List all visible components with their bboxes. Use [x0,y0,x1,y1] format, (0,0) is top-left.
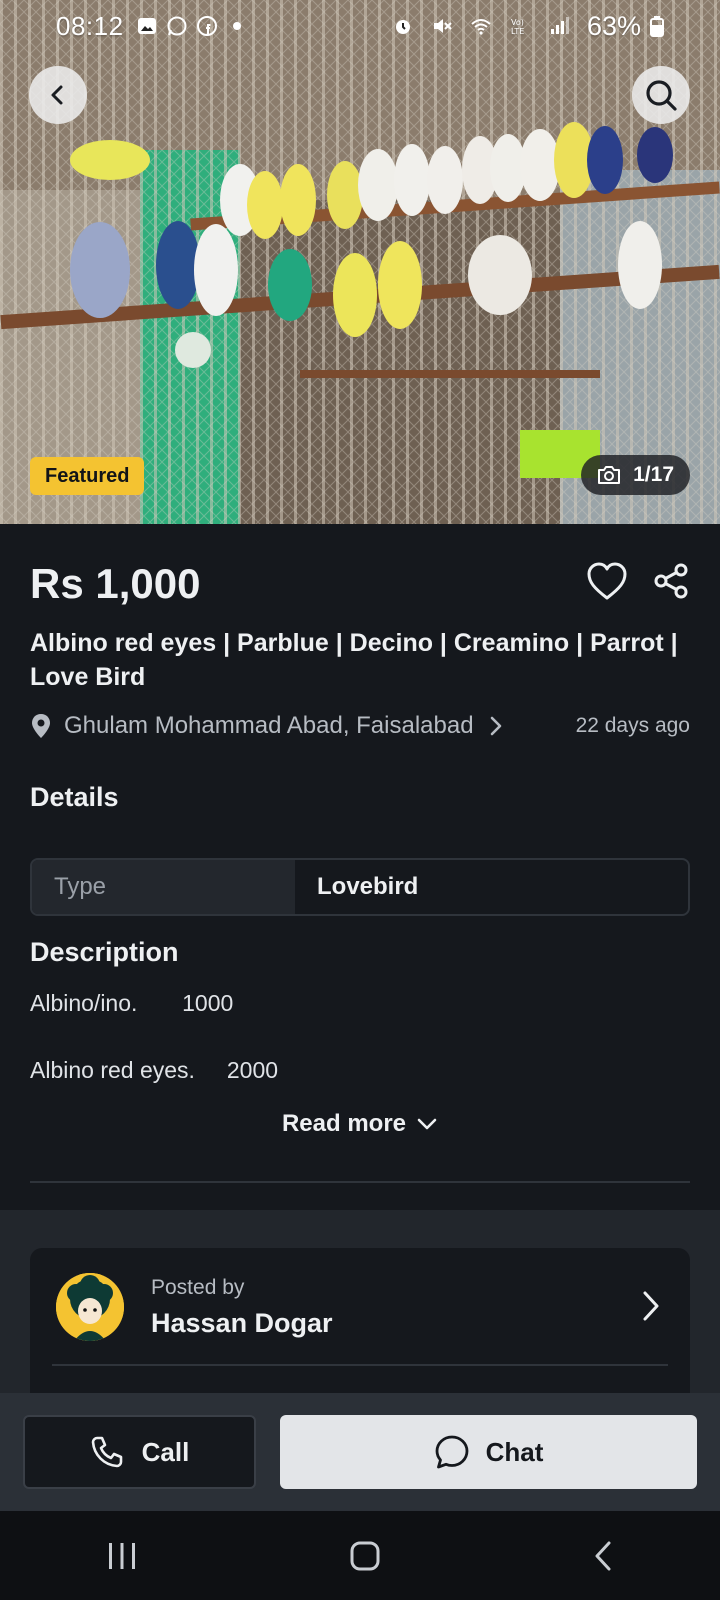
seller-card[interactable]: Posted by Hassan Dogar [30,1248,690,1394]
location-text: Ghulam Mohammad Abad, Faisalabad [64,712,474,739]
search-button[interactable] [632,66,690,124]
details-heading: Details [30,782,119,812]
description-line: Albino/ino. 1000 [30,990,234,1016]
bird-cage-photo [0,0,720,524]
posted-time: 22 days ago [575,714,690,737]
read-more-button[interactable]: Read more [0,1110,720,1138]
call-label: Call [141,1436,190,1467]
location-pin-icon [32,714,50,738]
seller-name: Hassan Dogar [151,1308,333,1338]
recent-apps-icon[interactable] [105,1541,139,1571]
back-button[interactable] [29,66,87,124]
heart-icon[interactable] [586,562,628,602]
description-heading: Description [30,937,179,967]
detail-key: Type [32,860,295,914]
listing-title: Albino red eyes | Parblue | Decino | Cre… [30,629,678,691]
home-icon[interactable] [349,1540,381,1572]
battery-level: 63% [586,10,641,41]
price: Rs 1,000 [30,560,201,607]
share-icon[interactable] [652,562,690,600]
wifi-icon [471,19,491,35]
call-button[interactable]: Call [23,1415,256,1489]
volte-icon: Vo)LTE [511,18,524,36]
chevron-right-icon [490,716,501,736]
camera-icon [598,466,621,484]
location-row[interactable]: Ghulam Mohammad Abad, Faisalabad 22 days… [30,712,690,740]
mute-icon [433,19,452,33]
avatar-illustration-icon [56,1273,124,1341]
chevron-down-icon [417,1118,437,1130]
facebook-notification-icon [196,16,217,36]
posted-by-label: Posted by [151,1276,245,1299]
signal-icon [550,17,569,34]
battery-icon [650,16,664,37]
search-icon [646,80,677,111]
featured-badge: Featured [30,457,145,495]
avatar [56,1273,124,1341]
chat-label: Chat [485,1436,544,1467]
detail-value: Lovebird [317,873,419,900]
divider [52,1364,668,1366]
back-nav-icon[interactable] [591,1540,615,1572]
system-navigation-bar [0,1511,720,1600]
gallery-notification-icon [137,18,156,34]
chat-bubble-icon [435,1435,469,1469]
notification-dot-icon [232,22,241,30]
chevron-left-icon [51,85,63,105]
whatsapp-notification-icon [167,16,187,36]
divider [30,1181,690,1183]
details-table-row: Type Lovebird [30,858,690,916]
listing-photo[interactable]: 08:12 Vo) LTE 63% Featured 1/17 [0,0,720,524]
chat-button[interactable]: Chat [280,1415,697,1489]
photo-counter-label: 1/17 [633,463,674,486]
phone-icon [91,1436,122,1468]
clock: 08:12 [56,10,124,41]
alarm-icon [395,20,410,34]
read-more-label: Read more [281,1110,407,1137]
chevron-right-icon [643,1291,659,1321]
photo-counter[interactable]: 1/17 [581,455,690,495]
contact-action-bar: Call Chat [0,1393,720,1511]
svg-text:Vo): Vo) [511,18,524,27]
price-actions [586,562,690,602]
description-line: Albino red eyes. 2000 [30,1057,279,1083]
status-bar: 08:12 Vo) LTE 63% [0,0,720,52]
svg-text:LTE: LTE [511,27,524,36]
